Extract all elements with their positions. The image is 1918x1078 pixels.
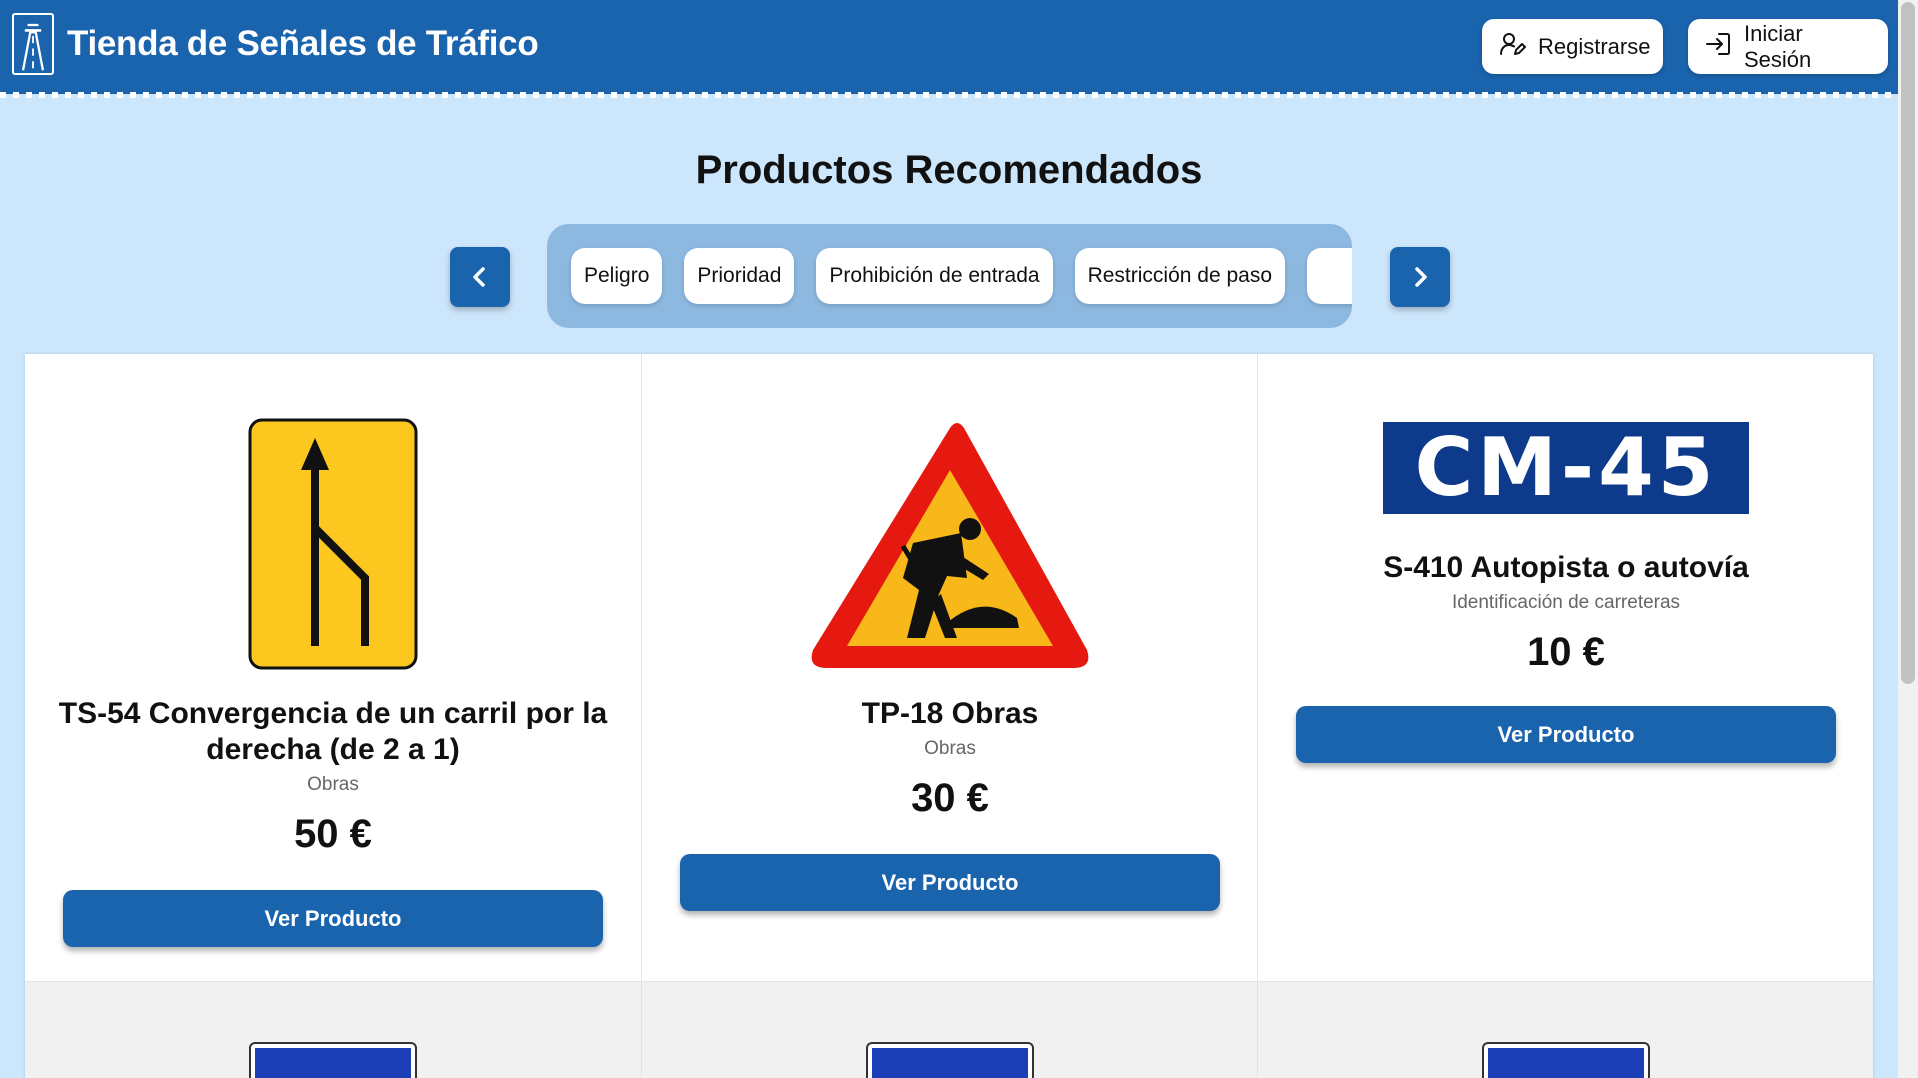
chevron-right-icon [1415, 267, 1427, 287]
product-card: TS-54 Convergencia de un carril por la d… [25, 354, 641, 981]
carousel-prev-button[interactable] [450, 247, 510, 307]
top-header: Tienda de Señales de Tráfico Registrarse [0, 0, 1898, 94]
login-arrow-icon [1704, 30, 1732, 64]
product-row-second [25, 981, 1873, 1078]
end-road-sign-icon[interactable] [866, 1042, 1034, 1078]
product-card-partial [641, 982, 1258, 1078]
product-name[interactable]: TP-18 Obras [672, 696, 1228, 732]
view-product-button[interactable]: Ver Producto [680, 854, 1220, 911]
category-chip-peligro[interactable]: Peligro [571, 248, 663, 304]
service-sign-icon[interactable] [1482, 1042, 1650, 1078]
chevron-left-icon [473, 267, 485, 287]
register-label: Registrarse [1538, 33, 1651, 59]
page-scrollbar[interactable] [1898, 0, 1918, 1078]
header-dashed-border [0, 92, 1898, 98]
product-name[interactable]: S-410 Autopista o autovía [1288, 550, 1844, 586]
product-name[interactable]: TS-54 Convergencia de un carril por la d… [55, 696, 611, 768]
product-grid: TS-54 Convergencia de un carril por la d… [25, 354, 1873, 1078]
view-product-button[interactable]: Ver Producto [63, 890, 603, 947]
product-card: CM-45 S-410 Autopista o autovía Identifi… [1257, 354, 1873, 981]
category-carousel: Peligro Prioridad Prohibición de entrada… [547, 224, 1352, 328]
product-category: Obras [307, 774, 359, 795]
product-price: 10 € [1527, 630, 1605, 674]
lane-merge-sign-icon[interactable] [25, 418, 641, 670]
category-chip-prioridad[interactable]: Prioridad [684, 248, 795, 304]
page: Tienda de Señales de Tráfico Registrarse [0, 0, 1918, 1078]
product-card: TP-18 Obras Obras 30 € Ver Producto [641, 354, 1257, 981]
road-id-plate-icon[interactable]: CM-45 [1258, 422, 1874, 514]
roadworks-triangle-icon[interactable] [642, 418, 1258, 672]
road-id-plate-text: CM-45 [1414, 421, 1718, 514]
product-price: 30 € [911, 776, 989, 820]
product-category: Obras [924, 738, 976, 759]
product-price: 50 € [294, 812, 372, 856]
view-product-button[interactable]: Ver Producto [1296, 706, 1836, 763]
carousel-next-button[interactable] [1390, 247, 1450, 307]
parking-sign-icon[interactable] [249, 1042, 417, 1078]
category-chip-prohibicion[interactable]: Prohibición de entrada [816, 248, 1053, 304]
section-title: Productos Recomendados [695, 148, 1203, 192]
user-edit-icon [1498, 30, 1526, 64]
highway-logo-icon[interactable] [12, 13, 54, 75]
register-button[interactable]: Registrarse [1482, 19, 1663, 74]
site-title[interactable]: Tienda de Señales de Tráfico [67, 24, 539, 64]
login-label: Iniciar Sesión [1744, 20, 1812, 72]
category-chip-partial[interactable] [1307, 248, 1352, 304]
scrollbar-thumb[interactable] [1901, 2, 1915, 684]
product-card-partial [25, 982, 641, 1078]
login-button[interactable]: Iniciar Sesión [1688, 19, 1888, 74]
product-category: Identificación de carreteras [1451, 592, 1681, 613]
category-chip-restriccion[interactable]: Restricción de paso [1074, 248, 1286, 304]
product-card-partial [1257, 982, 1874, 1078]
